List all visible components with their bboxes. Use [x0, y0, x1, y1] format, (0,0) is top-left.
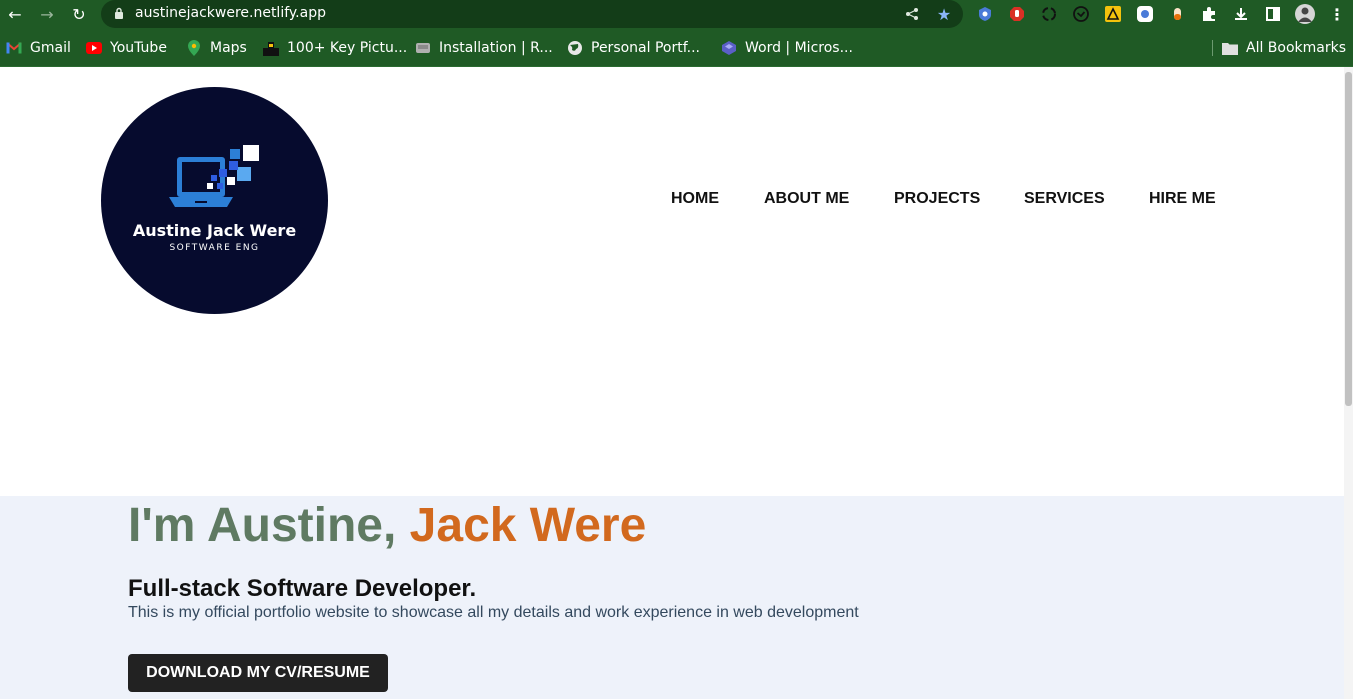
bookmark-label: Gmail: [30, 40, 71, 56]
bookmark-installation[interactable]: Installation | R...: [415, 38, 553, 58]
nav-home[interactable]: HOME: [671, 190, 719, 208]
extension-sync-icon[interactable]: [1039, 4, 1059, 24]
gmail-icon: [6, 40, 22, 56]
menu-dots-icon[interactable]: ⋮: [1327, 4, 1347, 24]
bookmark-label: Installation | R...: [439, 40, 553, 56]
bookmark-word[interactable]: Word | Micros...: [721, 38, 853, 58]
logo-name: Austine Jack Were: [132, 221, 297, 240]
side-panel-icon[interactable]: [1263, 4, 1283, 24]
site-logo[interactable]: Austine Jack Were SOFTWARE ENG: [101, 87, 328, 314]
hero-subtitle: Full-stack Software Developer.: [128, 575, 477, 602]
extension-warning-icon[interactable]: [1103, 4, 1123, 24]
laptop-pixels-icon: [169, 145, 259, 207]
profile-avatar[interactable]: [1295, 4, 1315, 24]
back-arrow-icon[interactable]: ←: [3, 3, 27, 25]
url-text: austinejackwere.netlify.app: [135, 5, 326, 21]
bookmark-youtube[interactable]: YouTube: [86, 38, 167, 58]
bookmark-key-pictures[interactable]: 100+ Key Pictu...: [263, 38, 407, 58]
bookmark-gmail[interactable]: Gmail: [6, 38, 71, 58]
bookmark-label: YouTube: [110, 40, 167, 56]
folder-icon: [1222, 40, 1238, 56]
bookmarks-divider: [1212, 40, 1213, 56]
download-icon[interactable]: [1231, 4, 1251, 24]
all-bookmarks-label: All Bookmarks: [1246, 40, 1347, 56]
bookmark-label: 100+ Key Pictu...: [287, 40, 408, 56]
extension-check-icon[interactable]: [1071, 4, 1091, 24]
share-icon[interactable]: [902, 4, 922, 24]
all-bookmarks[interactable]: All Bookmarks: [1222, 38, 1346, 58]
installation-icon: [415, 40, 431, 56]
extension-shield-icon[interactable]: [975, 4, 995, 24]
lock-icon: [115, 7, 123, 19]
nav-services[interactable]: SERVICES: [1024, 190, 1105, 208]
bookmark-maps[interactable]: Maps: [186, 38, 247, 58]
download-cv-button[interactable]: DOWNLOAD MY CV/RESUME: [128, 654, 388, 692]
bookmarks-bar: Gmail YouTube Maps 100+ Key Pictu... Ins…: [0, 29, 1353, 67]
hero-title-name: I'm Austine,: [128, 499, 410, 552]
extension-pill-icon[interactable]: [1167, 4, 1187, 24]
browser-toolbar: ← → ↻ austinejackwere.netlify.app ★ ⋮: [0, 0, 1353, 29]
maps-icon: [186, 40, 202, 56]
hero-description: This is my official portfolio website to…: [128, 604, 859, 621]
hero-section: I'm Austine, Jack Were Full-stack Softwa…: [0, 496, 1344, 699]
reload-icon[interactable]: ↻: [67, 3, 91, 25]
bookmark-label: Word | Micros...: [745, 40, 853, 56]
address-bar[interactable]: austinejackwere.netlify.app ★: [101, 0, 963, 28]
youtube-icon: [86, 40, 102, 56]
picture-icon: [263, 40, 279, 56]
hero-title-highlight: Jack Were: [409, 499, 647, 552]
extension-meet-icon[interactable]: [1135, 4, 1155, 24]
extensions-puzzle-icon[interactable]: [1199, 4, 1219, 24]
scrollbar-thumb[interactable]: [1345, 72, 1352, 406]
globe-icon: [567, 40, 583, 56]
web-page: Austine Jack Were SOFTWARE ENG HOME ABOU…: [0, 67, 1344, 699]
bookmark-label: Personal Portf...: [591, 40, 700, 56]
hero-title: I'm Austine, Jack Were: [128, 498, 646, 553]
page-scrollbar[interactable]: [1344, 67, 1353, 699]
nav-about-me[interactable]: ABOUT ME: [764, 190, 849, 208]
bookmark-personal-portfolio[interactable]: Personal Portf...: [567, 38, 700, 58]
nav-projects[interactable]: PROJECTS: [894, 190, 980, 208]
bookmark-label: Maps: [210, 40, 247, 56]
word-icon: [721, 40, 737, 56]
forward-arrow-icon[interactable]: →: [35, 3, 59, 25]
logo-subtitle: SOFTWARE ENG: [169, 243, 260, 253]
bookmark-star-icon[interactable]: ★: [934, 4, 954, 24]
extension-stop-icon[interactable]: [1007, 4, 1027, 24]
nav-hire-me[interactable]: HIRE ME: [1149, 190, 1216, 208]
